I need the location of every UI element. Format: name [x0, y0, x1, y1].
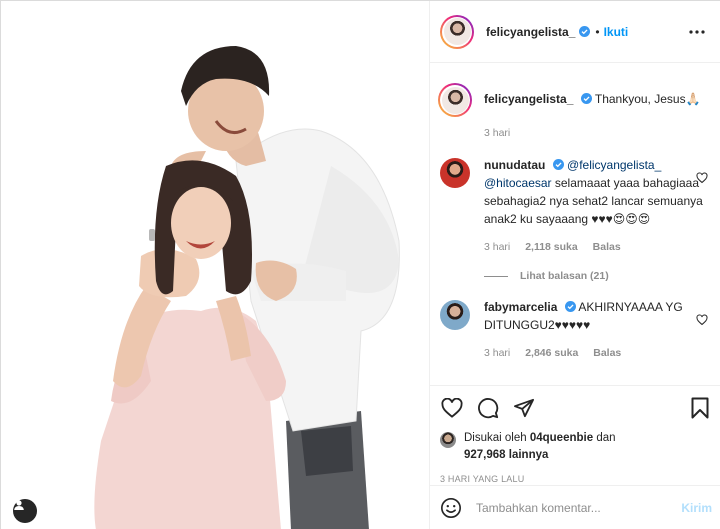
comment-likes[interactable]: 2,118 suka	[525, 241, 578, 253]
comment-avatar[interactable]	[440, 300, 470, 330]
more-options-button[interactable]	[685, 20, 709, 44]
comment-composer: Kirim	[430, 485, 720, 529]
caption-avatar[interactable]	[438, 83, 472, 117]
save-button[interactable]	[688, 396, 712, 420]
post-timestamp[interactable]: 3 HARI YANG LALU	[440, 474, 712, 484]
author-avatar[interactable]	[440, 14, 474, 49]
comment-username[interactable]: fabymarcelia	[484, 300, 557, 314]
likes-count[interactable]: 927,968	[464, 449, 506, 461]
caption-username[interactable]: felicyangelista_	[484, 92, 573, 106]
comment-likes[interactable]: 2,846 suka	[525, 347, 578, 359]
liker-username[interactable]: 04queenbie	[530, 432, 593, 444]
comment-button[interactable]	[476, 396, 500, 420]
user-tag-icon	[14, 500, 24, 510]
comments-list[interactable]: felicyangelista_ Thankyou, Jesus🙏🏻 3 har…	[430, 63, 720, 385]
likes-prefix: Disukai oleh	[464, 432, 530, 444]
caption: felicyangelista_ Thankyou, Jesus🙏🏻 3 har…	[438, 83, 710, 142]
post-header: felicyangelista_ • Ikuti	[430, 1, 720, 63]
emoji-icon[interactable]	[440, 497, 462, 519]
likes-summary: Disukai oleh 04queenbie dan 927,968 lain…	[440, 430, 712, 464]
verified-icon	[564, 301, 576, 312]
comment-icon	[478, 398, 499, 419]
comment-mention[interactable]: @hitocaesar	[484, 176, 552, 190]
comment-like-icon[interactable]	[696, 314, 708, 326]
post-comment-button[interactable]: Kirim	[681, 501, 712, 515]
comment-item: nunudatau @felicyangelista_ @hitocaesar …	[440, 156, 710, 256]
liker-avatar[interactable]	[440, 432, 456, 448]
post-actions: Disukai oleh 04queenbie dan 927,968 lain…	[430, 385, 720, 485]
share-icon	[514, 398, 534, 418]
view-replies-button[interactable]: Lihat balasan (21)	[484, 270, 710, 282]
verified-icon	[552, 159, 564, 170]
more-icon	[689, 29, 705, 34]
follow-button[interactable]: Ikuti	[604, 25, 629, 39]
photo-image	[1, 1, 429, 529]
author-username[interactable]: felicyangelista_	[486, 25, 575, 39]
comment-avatar[interactable]	[440, 158, 470, 188]
verified-icon	[580, 93, 592, 104]
view-replies-label: Lihat balasan (21)	[520, 270, 609, 282]
comment-input[interactable]	[476, 501, 674, 515]
likes-middle: dan	[593, 432, 616, 444]
comment-item: fabymarcelia AKHIRNYAAAA YG DITUNGGU2♥♥♥…	[440, 298, 710, 362]
user-tag-button[interactable]	[13, 499, 37, 523]
bookmark-icon	[691, 397, 709, 419]
caption-time[interactable]: 3 hari	[484, 127, 510, 139]
reply-button[interactable]: Balas	[593, 347, 621, 359]
post-modal: felicyangelista_ • Ikuti felicyangelista…	[0, 0, 720, 529]
post-photo[interactable]	[1, 1, 429, 529]
caption-text: Thankyou, Jesus🙏🏻	[594, 92, 701, 106]
like-button[interactable]	[440, 396, 464, 420]
comment-like-icon[interactable]	[696, 172, 708, 184]
comment-mention[interactable]: @felicyangelista_	[567, 158, 661, 172]
separator-dot: •	[595, 24, 600, 39]
reply-button[interactable]: Balas	[593, 241, 621, 253]
share-button[interactable]	[512, 396, 536, 420]
heart-icon	[441, 398, 463, 418]
comment-time[interactable]: 3 hari	[484, 241, 510, 253]
verified-icon	[579, 26, 591, 37]
likes-suffix[interactable]: lainnya	[506, 449, 549, 461]
post-side-panel: felicyangelista_ • Ikuti felicyangelista…	[429, 1, 720, 529]
comment-time[interactable]: 3 hari	[484, 347, 510, 359]
comment-username[interactable]: nunudatau	[484, 158, 545, 172]
